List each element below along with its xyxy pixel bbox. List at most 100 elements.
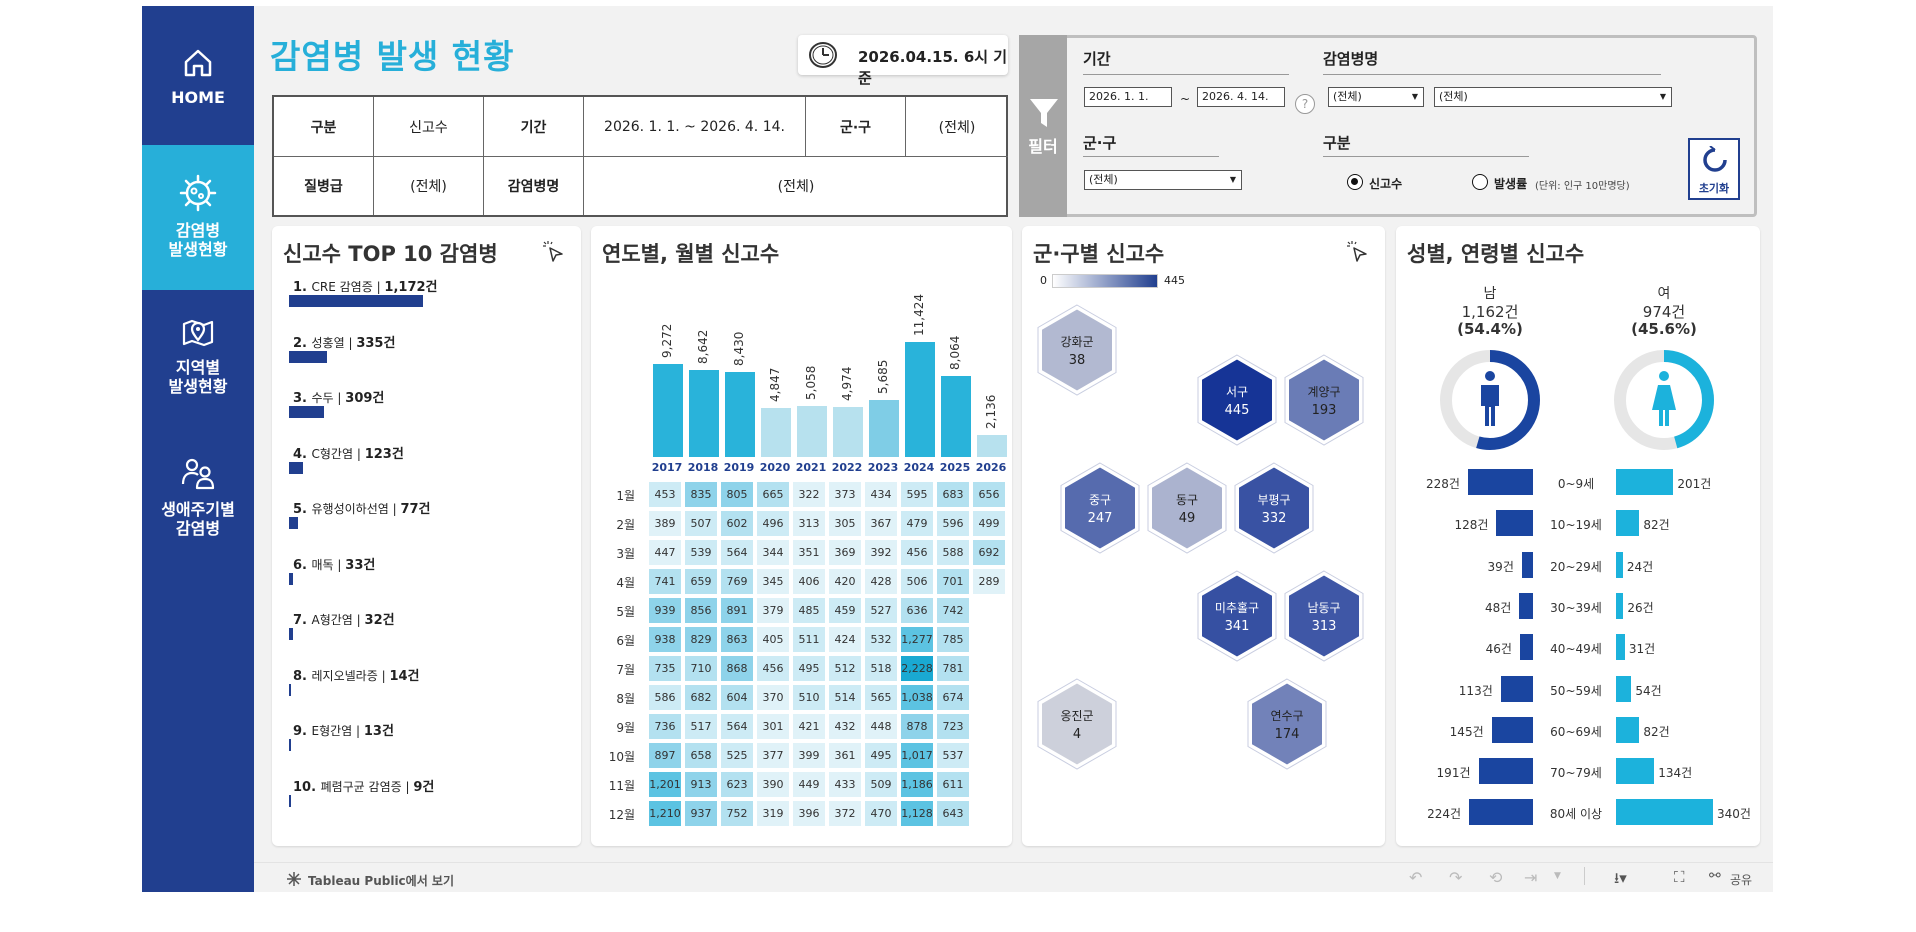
- heatmap-cell[interactable]: 623: [720, 771, 754, 798]
- heatmap-cell[interactable]: 856: [684, 597, 718, 624]
- top10-bar[interactable]: [289, 350, 328, 363]
- heatmap-cell[interactable]: 379: [756, 597, 790, 624]
- end-date-input[interactable]: 2026. 4. 14.: [1197, 87, 1285, 107]
- heatmap-cell[interactable]: 506: [900, 568, 934, 595]
- heatmap-cell[interactable]: 432: [828, 713, 862, 740]
- heatmap-cell[interactable]: 448: [864, 713, 898, 740]
- top10-bar[interactable]: [289, 739, 291, 751]
- heatmap-cell[interactable]: 891: [720, 597, 754, 624]
- revert-icon[interactable]: ⟲: [1489, 868, 1502, 887]
- heatmap-cell[interactable]: 434: [864, 481, 898, 508]
- male-age-bar[interactable]: [1500, 675, 1533, 702]
- top10-bar[interactable]: [289, 517, 298, 529]
- year-bar[interactable]: [869, 399, 899, 457]
- year-bar[interactable]: [689, 370, 719, 457]
- heatmap-cell[interactable]: 313: [792, 510, 826, 537]
- district-select[interactable]: (전체) ▼: [1084, 170, 1242, 190]
- heatmap-cell[interactable]: 781: [936, 655, 970, 682]
- heatmap-cell[interactable]: 322: [792, 481, 826, 508]
- sidebar-item-home[interactable]: HOME: [142, 46, 254, 126]
- heatmap-cell[interactable]: 1,017: [900, 742, 934, 769]
- heatmap-cell[interactable]: 390: [756, 771, 790, 798]
- heatmap-cell[interactable]: 565: [864, 684, 898, 711]
- heatmap-cell[interactable]: 499: [972, 510, 1006, 537]
- cursor-click-icon[interactable]: [1346, 240, 1370, 264]
- heatmap-cell[interactable]: 377: [756, 742, 790, 769]
- male-age-bar[interactable]: [1519, 592, 1533, 619]
- share-label[interactable]: 공유: [1730, 871, 1752, 888]
- heatmap-cell[interactable]: 656: [972, 481, 1006, 508]
- heatmap-cell[interactable]: 665: [756, 481, 790, 508]
- heatmap-cell[interactable]: 421: [792, 713, 826, 740]
- heatmap-cell[interactable]: 289: [972, 568, 1006, 595]
- heatmap-cell[interactable]: 674: [936, 684, 970, 711]
- redo-icon[interactable]: ↷: [1449, 868, 1462, 887]
- heatmap-cell[interactable]: 769: [720, 568, 754, 595]
- female-age-bar[interactable]: [1616, 510, 1640, 537]
- heatmap-cell[interactable]: 433: [828, 771, 862, 798]
- heatmap-cell[interactable]: 659: [684, 568, 718, 595]
- heatmap-cell[interactable]: 405: [756, 626, 790, 653]
- heatmap-cell[interactable]: 710: [684, 655, 718, 682]
- heatmap-cell[interactable]: 459: [828, 597, 862, 624]
- heatmap-cell[interactable]: 406: [792, 568, 826, 595]
- heatmap-cell[interactable]: 692: [972, 539, 1006, 566]
- heatmap-cell[interactable]: 511: [792, 626, 826, 653]
- heatmap-cell[interactable]: 495: [864, 742, 898, 769]
- radio-report-count[interactable]: [1347, 174, 1363, 190]
- tableau-public-link[interactable]: Tableau Public에서 보기: [308, 872, 454, 889]
- heatmap-cell[interactable]: 517: [684, 713, 718, 740]
- female-age-bar[interactable]: [1616, 592, 1624, 619]
- undo-icon[interactable]: ↶: [1409, 868, 1422, 887]
- heatmap-cell[interactable]: 564: [720, 539, 754, 566]
- female-age-bar[interactable]: [1616, 634, 1625, 661]
- top10-bar[interactable]: [289, 572, 293, 585]
- heatmap-cell[interactable]: 344: [756, 539, 790, 566]
- heatmap-cell[interactable]: 525: [720, 742, 754, 769]
- female-age-bar[interactable]: [1616, 469, 1674, 495]
- heatmap-cell[interactable]: 604: [720, 684, 754, 711]
- heatmap-cell[interactable]: 301: [756, 713, 790, 740]
- heatmap-cell[interactable]: 527: [864, 597, 898, 624]
- female-age-bar[interactable]: [1616, 799, 1713, 826]
- heatmap-cell[interactable]: 735: [648, 655, 682, 682]
- heatmap-cell[interactable]: 1,277: [900, 626, 934, 653]
- female-age-bar[interactable]: [1616, 716, 1640, 743]
- dropdown-caret-icon[interactable]: ▼: [1554, 871, 1561, 881]
- heatmap-cell[interactable]: 509: [864, 771, 898, 798]
- year-bar[interactable]: [941, 375, 971, 457]
- heatmap-cell[interactable]: 2,228: [900, 655, 934, 682]
- heatmap-cell[interactable]: 507: [684, 510, 718, 537]
- heatmap-cell[interactable]: 351: [792, 539, 826, 566]
- heatmap-cell[interactable]: 512: [828, 655, 862, 682]
- year-bar[interactable]: [653, 363, 683, 457]
- heatmap-cell[interactable]: 586: [648, 684, 682, 711]
- heatmap-cell[interactable]: 1,128: [900, 800, 934, 827]
- heatmap-cell[interactable]: 396: [792, 800, 826, 827]
- year-bar[interactable]: [977, 435, 1007, 457]
- heatmap-cell[interactable]: 373: [828, 481, 862, 508]
- reset-button[interactable]: 초기화: [1688, 138, 1740, 200]
- heatmap-cell[interactable]: 602: [720, 510, 754, 537]
- heatmap-cell[interactable]: 420: [828, 568, 862, 595]
- heatmap-cell[interactable]: 456: [756, 655, 790, 682]
- heatmap-cell[interactable]: 319: [756, 800, 790, 827]
- male-age-bar[interactable]: [1467, 469, 1533, 495]
- share-icon[interactable]: ⚯: [1709, 868, 1721, 884]
- heatmap-cell[interactable]: 683: [936, 481, 970, 508]
- top10-bar[interactable]: [289, 461, 304, 474]
- year-bar[interactable]: [797, 406, 827, 457]
- heatmap-cell[interactable]: 1,210: [648, 800, 682, 827]
- heatmap-cell[interactable]: 611: [936, 771, 970, 798]
- top10-bar[interactable]: [289, 295, 423, 307]
- heatmap-cell[interactable]: 370: [756, 684, 790, 711]
- heatmap-cell[interactable]: 496: [756, 510, 790, 537]
- heatmap-cell[interactable]: 658: [684, 742, 718, 769]
- fullscreen-icon[interactable]: ⛶: [1674, 868, 1685, 886]
- year-bar[interactable]: [725, 372, 755, 457]
- download-icon[interactable]: ⭳▾: [1614, 868, 1627, 893]
- year-bar[interactable]: [905, 342, 935, 457]
- help-icon[interactable]: ?: [1295, 94, 1315, 114]
- female-age-bar[interactable]: [1616, 675, 1632, 702]
- year-bar[interactable]: [833, 406, 863, 457]
